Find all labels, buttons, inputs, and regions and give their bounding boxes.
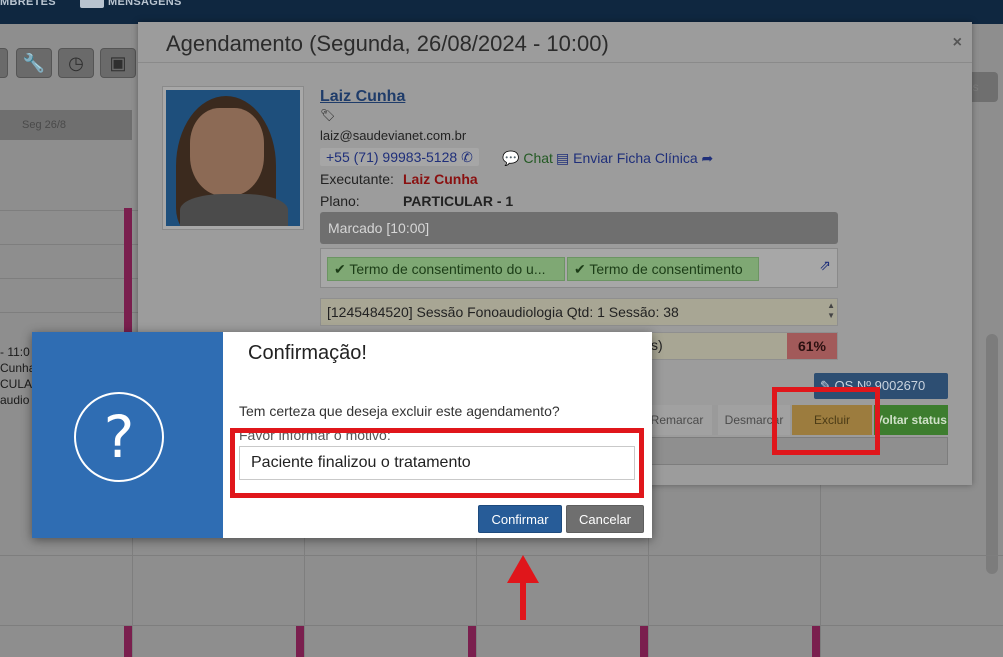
confirm-button[interactable]: Confirmar bbox=[478, 505, 562, 533]
modal-title: Agendamento (Segunda, 26/08/2024 - 10:00… bbox=[166, 31, 609, 56]
highlight-reason-input bbox=[230, 428, 644, 498]
tags-icon[interactable]: 🏷 bbox=[320, 108, 335, 122]
close-icon[interactable]: × bbox=[953, 34, 962, 52]
top-navbar: MBRETES MENSAGENS bbox=[0, 0, 1003, 24]
calendar-scrollbar[interactable] bbox=[986, 334, 998, 574]
plano-value: PARTICULAR - 1 bbox=[403, 193, 514, 209]
event-marker[interactable] bbox=[468, 626, 476, 657]
dialog-side-panel: ? bbox=[32, 332, 223, 538]
event-marker[interactable] bbox=[124, 208, 132, 334]
spinner-arrows-icon[interactable]: ▲ ▼ bbox=[827, 301, 835, 321]
clock-icon[interactable]: ◷ bbox=[58, 48, 94, 78]
cancel-button[interactable]: Cancelar bbox=[566, 505, 644, 533]
event-marker[interactable] bbox=[124, 626, 132, 657]
messages-icon bbox=[80, 0, 104, 8]
event-marker[interactable] bbox=[296, 626, 304, 657]
progress-text: s) bbox=[651, 337, 663, 353]
avatar-body bbox=[180, 194, 288, 226]
chat-link[interactable]: 💬 Chat bbox=[502, 150, 553, 167]
nav-item-mensagens[interactable]: MENSAGENS bbox=[108, 0, 182, 8]
consent-term-chip[interactable]: ✔ Termo de consentimento do u... bbox=[327, 257, 565, 281]
plano-label: Plano: bbox=[320, 193, 360, 209]
chat-label: Chat bbox=[523, 150, 553, 166]
consent-term-chip[interactable]: ✔ Termo de consentimento bbox=[567, 257, 759, 281]
dialog-title: Confirmação! bbox=[248, 342, 367, 364]
avatar bbox=[166, 90, 300, 226]
calendar-column-header: Seg 26/8 bbox=[0, 110, 132, 140]
patient-name-link[interactable]: Laiz Cunha bbox=[320, 88, 405, 106]
share-arrow-icon: ➦ bbox=[701, 150, 714, 166]
event-line: - 11:0 bbox=[0, 345, 30, 359]
term-label: Termo de consentimento do u... bbox=[349, 261, 546, 277]
grid-line bbox=[0, 555, 1003, 556]
event-marker[interactable] bbox=[640, 626, 648, 657]
progress-percent: 61% bbox=[787, 333, 837, 359]
toolbar-button-partial[interactable] bbox=[0, 48, 8, 78]
phone-number: +55 (71) 99983-5128 bbox=[326, 149, 458, 165]
executante-value: Laiz Cunha bbox=[403, 171, 478, 187]
arrow-shaft bbox=[520, 580, 526, 620]
grid-line bbox=[0, 312, 138, 313]
appointment-status: Marcado [10:00] bbox=[320, 212, 838, 244]
form-label: Enviar Ficha Clínica bbox=[573, 150, 698, 166]
divider bbox=[138, 62, 972, 63]
executante-label: Executante: bbox=[320, 171, 394, 187]
check-icon: ✔ bbox=[574, 261, 590, 277]
consent-terms: ✔ Termo de consentimento do u... ✔ Termo… bbox=[320, 248, 838, 288]
arrow-up-icon bbox=[507, 555, 539, 583]
grid-line bbox=[0, 625, 1003, 626]
wrench-icon[interactable]: 🔧 bbox=[16, 48, 52, 78]
event-line: audio bbox=[0, 393, 30, 407]
grid-vline bbox=[820, 485, 821, 657]
nav-item-lembretes[interactable]: MBRETES bbox=[0, 0, 56, 8]
share-icon[interactable]: ⇗ bbox=[819, 257, 831, 274]
send-clinical-form-link[interactable]: ▤ Enviar Ficha Clínica ➦ bbox=[556, 150, 713, 167]
dialog-message: Tem certeza que deseja excluir este agen… bbox=[239, 403, 560, 419]
voltar-status-button[interactable]: Voltar status bbox=[874, 405, 948, 435]
avatar-face bbox=[190, 108, 264, 196]
grid-line bbox=[0, 210, 138, 211]
form-icon: ▤ bbox=[556, 150, 570, 166]
highlight-excluir-button bbox=[772, 387, 880, 455]
question-icon: ? bbox=[74, 392, 164, 482]
term-label: Termo de consentimento bbox=[589, 261, 743, 277]
whatsapp-icon: ✆ bbox=[461, 149, 473, 165]
grid-line bbox=[0, 244, 138, 245]
patient-email: laiz@saudevianet.com.br bbox=[320, 128, 467, 143]
session-value: [1245484520] Sessão Fonoaudiologia Qtd: … bbox=[327, 304, 679, 320]
session-select[interactable]: [1245484520] Sessão Fonoaudiologia Qtd: … bbox=[320, 298, 838, 326]
event-line: CULA bbox=[0, 377, 33, 391]
briefcase-icon[interactable]: ▣ bbox=[100, 48, 136, 78]
calendar-event[interactable]: - 11:0 Cunha CULA audio bbox=[0, 344, 35, 408]
check-icon: ✔ bbox=[334, 261, 350, 277]
grid-line bbox=[0, 278, 138, 279]
event-marker[interactable] bbox=[812, 626, 820, 657]
remarcar-button[interactable]: Remarcar bbox=[642, 405, 712, 435]
patient-phone[interactable]: +55 (71) 99983-5128 ✆ bbox=[320, 148, 479, 166]
chat-icon: 💬 bbox=[502, 150, 520, 166]
patient-photo bbox=[162, 86, 304, 230]
event-line: Cunha bbox=[0, 361, 36, 375]
